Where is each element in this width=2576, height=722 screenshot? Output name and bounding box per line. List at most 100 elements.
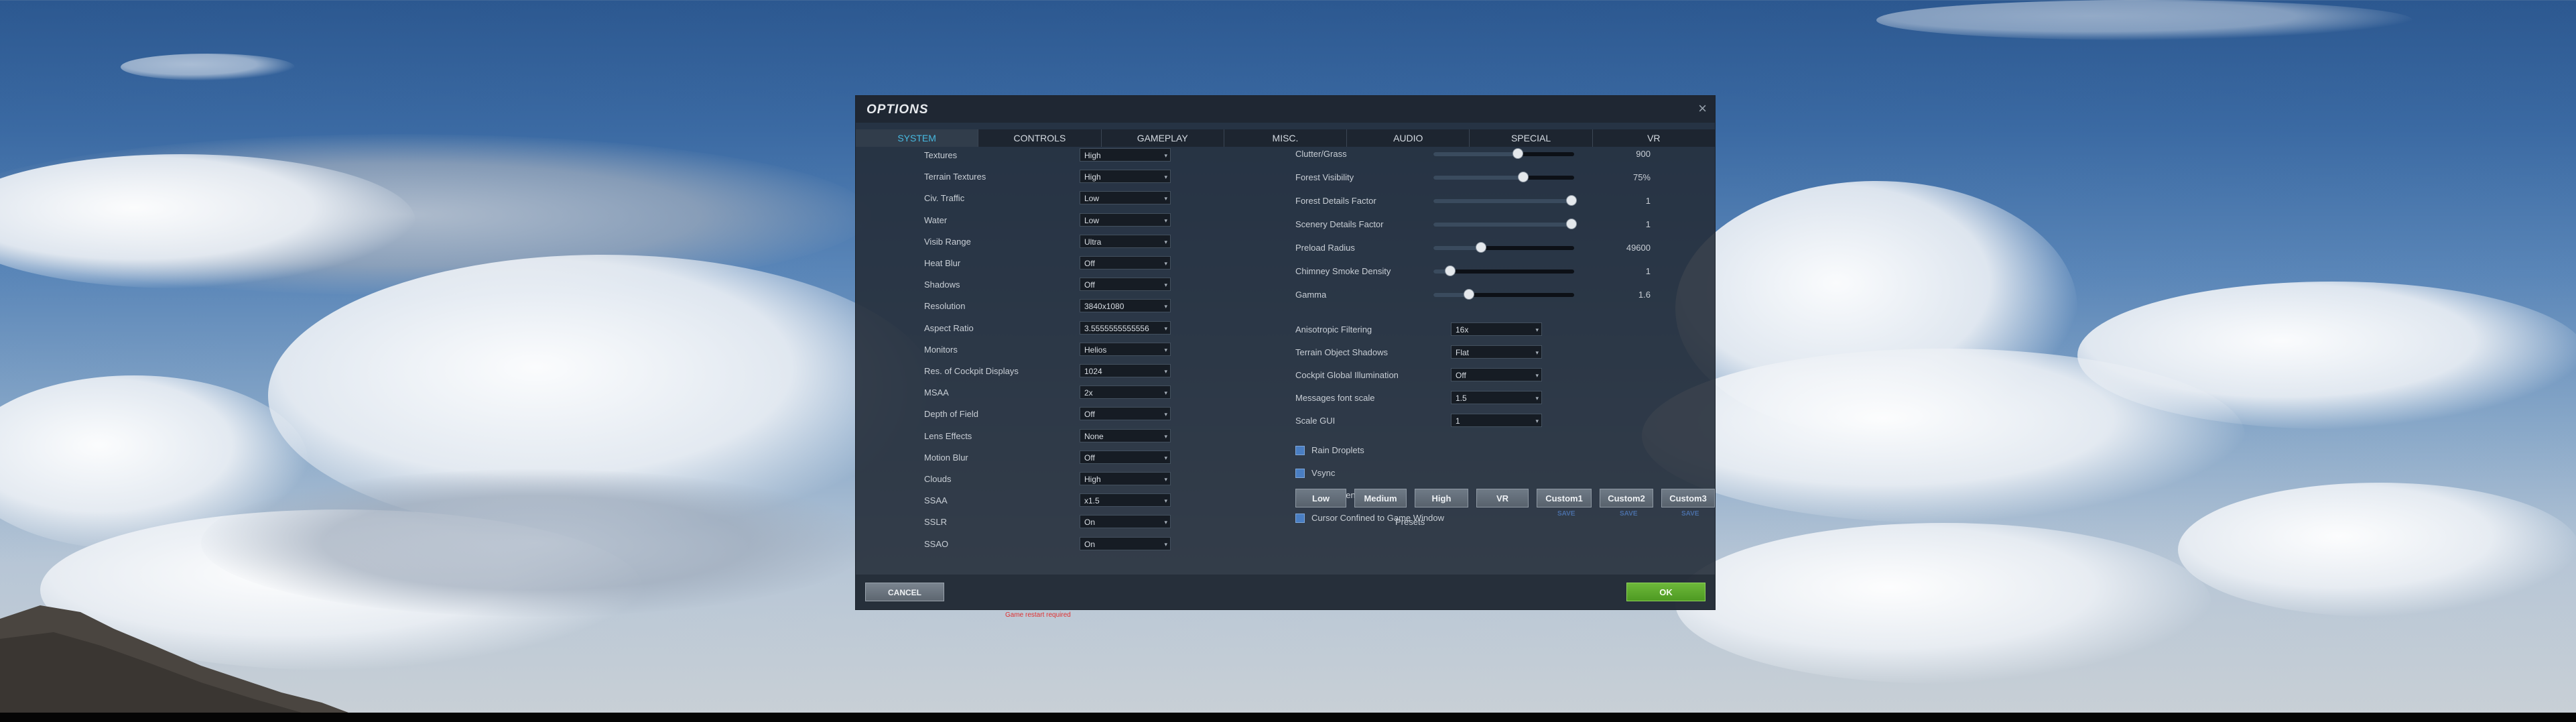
setting-label: Cockpit Global Illumination	[1295, 370, 1399, 380]
slider-thumb[interactable]	[1565, 219, 1577, 229]
clutter-grass-slider[interactable]	[1433, 148, 1574, 159]
tab-system[interactable]: SYSTEM	[856, 129, 979, 147]
motion-blur-dropdown[interactable]: Off ▾	[1080, 450, 1171, 464]
textures-dropdown[interactable]: High ▾	[1080, 148, 1171, 162]
terrain-textures-dropdown[interactable]: High ▾	[1080, 170, 1171, 184]
tab-misc[interactable]: MISC.	[1224, 129, 1348, 147]
setting-row-depth-of-field: Depth of Field Off ▾	[924, 407, 1185, 422]
setting-label: Terrain Object Shadows	[1295, 347, 1389, 357]
chevron-down-icon: ▾	[1164, 519, 1167, 526]
slider-fill	[1433, 246, 1482, 250]
chevron-down-icon: ▾	[1164, 540, 1167, 548]
chevron-down-icon: ▾	[1164, 195, 1167, 202]
msaa-dropdown[interactable]: 2x ▾	[1080, 385, 1171, 400]
lens-effects-dropdown[interactable]: None ▾	[1080, 428, 1171, 442]
preset-custom3-button[interactable]: Custom3	[1661, 489, 1715, 507]
dropdown-value: Flat	[1456, 348, 1470, 357]
ok-button[interactable]: OK	[1626, 583, 1705, 601]
tab-gameplay[interactable]: GAMEPLAY	[1102, 129, 1224, 147]
dropdown-value: 3840x1080	[1084, 302, 1124, 312]
preload-radius-slider[interactable]	[1433, 242, 1574, 253]
gamma-slider[interactable]	[1433, 289, 1574, 300]
forest-visibility-slider[interactable]	[1433, 172, 1574, 182]
setting-row-monitors: Monitors Helios ▾	[924, 342, 1185, 357]
water-dropdown[interactable]: Low ▾	[1080, 213, 1171, 227]
slider-label: Forest Visibility	[1295, 172, 1354, 182]
clouds-dropdown[interactable]: High ▾	[1080, 472, 1171, 485]
monitors-dropdown[interactable]: Helios ▾	[1080, 342, 1171, 356]
preset-high-button[interactable]: High	[1415, 489, 1468, 507]
rain-droplets-checkbox[interactable]	[1295, 446, 1305, 455]
tab-controls[interactable]: CONTROLS	[978, 129, 1102, 147]
cancel-button[interactable]: CANCEL	[865, 583, 944, 601]
forest-details-factor-slider[interactable]	[1433, 195, 1577, 206]
setting-label: Shadows	[924, 280, 960, 290]
cloud	[2077, 282, 2576, 429]
save-custom1-link[interactable]: SAVE	[1557, 510, 1575, 518]
ssao-dropdown[interactable]: On ▾	[1080, 536, 1171, 550]
preset-custom2-button[interactable]: Custom2	[1600, 489, 1653, 507]
dropdown-value: 1024	[1084, 367, 1102, 376]
save-custom2-link[interactable]: SAVE	[1620, 510, 1638, 518]
chevron-down-icon: ▾	[1164, 152, 1167, 159]
slider-row-forest-details-factor: Forest Details Factor 1	[1295, 194, 1671, 208]
cloud	[2178, 483, 2576, 617]
tab-bar: SYSTEM CONTROLS GAMEPLAY MISC. AUDIO SPE…	[856, 129, 1715, 147]
slider-row-gamma: Gamma 1.6	[1295, 288, 1671, 302]
close-icon[interactable]: ×	[1698, 100, 1707, 117]
terrain-object-shadows-dropdown[interactable]: Flat ▾	[1451, 345, 1542, 359]
anisotropic-filtering-dropdown[interactable]: 16x ▾	[1451, 322, 1542, 336]
aspect-ratio-dropdown[interactable]: 3.5555555555556 ▾	[1080, 320, 1171, 335]
cursor-confined-to-game-window-checkbox[interactable]	[1295, 513, 1305, 523]
slider-thumb[interactable]	[1518, 172, 1529, 182]
setting-label: Clouds	[924, 474, 952, 484]
chevron-down-icon: ▾	[1164, 368, 1167, 375]
ssaa-dropdown[interactable]: x1.5 ▾	[1080, 493, 1171, 507]
chevron-down-icon: ▾	[1535, 418, 1539, 424]
scenery-details-factor-slider[interactable]	[1433, 219, 1577, 229]
restart-required-note: Game restart required	[1005, 611, 1071, 619]
slider-thumb[interactable]	[1445, 265, 1456, 276]
chimney-smoke-density-slider[interactable]	[1433, 265, 1574, 276]
slider-thumb[interactable]	[1463, 289, 1474, 300]
cockpit-global-illumination-dropdown[interactable]: Off ▾	[1451, 368, 1542, 381]
setting-row-ssao: SSAO On ▾	[924, 536, 1185, 552]
tab-audio[interactable]: AUDIO	[1347, 129, 1470, 147]
scale-gui-dropdown[interactable]: 1 ▾	[1451, 414, 1542, 427]
setting-row-resolution: Resolution 3840x1080 ▾	[924, 299, 1185, 314]
save-custom3-link[interactable]: SAVE	[1681, 510, 1699, 518]
depth-of-field-dropdown[interactable]: Off ▾	[1080, 407, 1171, 421]
chevron-down-icon: ▾	[1164, 389, 1167, 397]
preset-custom1-button[interactable]: Custom1	[1537, 489, 1592, 507]
slider-thumb[interactable]	[1512, 148, 1523, 159]
slider-label: Scenery Details Factor	[1295, 219, 1384, 229]
shadows-dropdown[interactable]: Off ▾	[1080, 278, 1171, 292]
preset-low-button[interactable]: Low	[1295, 489, 1346, 507]
setting-row-visib-range: Visib Range Ultra ▾	[924, 234, 1185, 249]
slider-thumb[interactable]	[1565, 195, 1577, 206]
screen-bottom-bar	[0, 713, 2576, 722]
dropdown-value: 16x	[1456, 325, 1469, 335]
sslr-dropdown[interactable]: On ▾	[1080, 515, 1171, 529]
setting-row-ssaa: SSAA x1.5 ▾	[924, 493, 1185, 508]
visib-range-dropdown[interactable]: Ultra ▾	[1080, 234, 1171, 248]
tab-vr[interactable]: VR	[1593, 129, 1715, 147]
heat-blur-dropdown[interactable]: Off ▾	[1080, 256, 1171, 269]
dropdown-value: Off	[1084, 259, 1095, 268]
preset-medium-button[interactable]: Medium	[1354, 489, 1407, 507]
vsync-checkbox[interactable]	[1295, 468, 1305, 478]
messages-font-scale-dropdown[interactable]: 1.5 ▾	[1451, 391, 1542, 404]
civ-traffic-dropdown[interactable]: Low ▾	[1080, 191, 1171, 205]
tab-special[interactable]: SPECIAL	[1470, 129, 1593, 147]
setting-row-anisotropic-filtering: Anisotropic Filtering 16x ▾	[1295, 322, 1604, 337]
setting-label: SSAO	[924, 538, 949, 549]
vsync-label: Vsync	[1311, 467, 1336, 478]
preset-vr-button[interactable]: VR	[1476, 489, 1529, 507]
setting-label: SSAA	[924, 495, 948, 506]
setting-row-lens-effects: Lens Effects None ▾	[924, 428, 1185, 444]
dropdown-value: 2x	[1084, 388, 1093, 398]
res-of-cockpit-displays-dropdown[interactable]: 1024 ▾	[1080, 364, 1171, 377]
dropdown-value: 3.5555555555556	[1084, 323, 1149, 333]
resolution-dropdown[interactable]: 3840x1080 ▾	[1080, 299, 1171, 313]
slider-thumb[interactable]	[1476, 242, 1487, 253]
